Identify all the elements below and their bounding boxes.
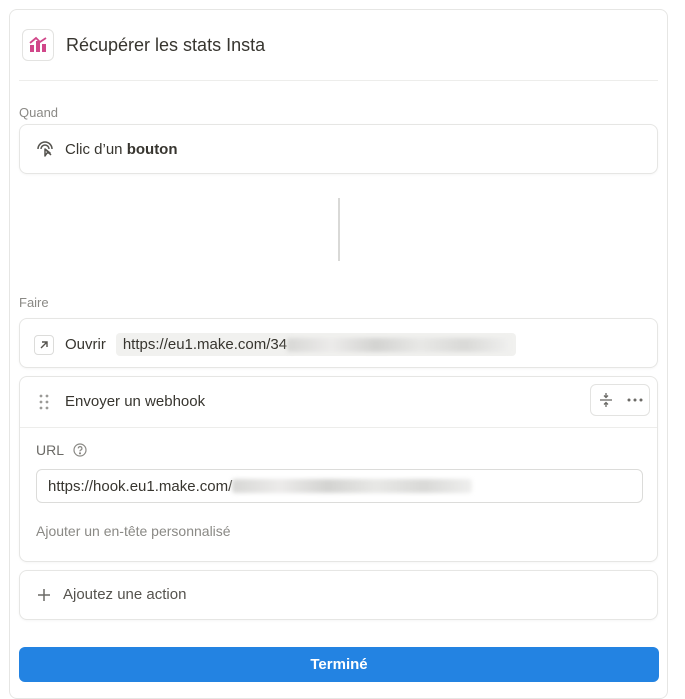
open-action-card[interactable]: Ouvrir https://eu1.make.com/34	[19, 318, 658, 368]
trigger-card[interactable]: Clic d’un bouton	[19, 124, 658, 174]
webhook-action-card[interactable]: Envoyer un webhook URL https://hook.eu1.…	[19, 376, 658, 562]
webhook-url-input[interactable]: https://hook.eu1.make.com/	[36, 469, 643, 503]
add-custom-header-link[interactable]: Ajouter un en-tête personnalisé	[36, 523, 231, 539]
header: Récupérer les stats Insta	[22, 29, 265, 61]
open-url-chip[interactable]: https://eu1.make.com/34	[115, 333, 517, 356]
done-button[interactable]: Terminé	[19, 647, 659, 682]
open-url-text: https://eu1.make.com/34	[122, 336, 288, 353]
open-action-label: Ouvrir	[65, 336, 106, 353]
trigger-text: Clic d’un	[65, 140, 123, 158]
trigger-bold-text: bouton	[126, 140, 178, 158]
page-title: Récupérer les stats Insta	[66, 34, 266, 55]
url-field-label: URL	[36, 442, 65, 458]
chart-icon	[22, 29, 54, 61]
collapse-icon[interactable]	[598, 392, 614, 408]
divider	[20, 427, 657, 428]
webhook-toolbar	[590, 384, 650, 416]
webhook-url-text: https://hook.eu1.make.com/	[48, 477, 233, 495]
more-options-icon[interactable]	[627, 398, 643, 402]
drag-handle-icon[interactable]	[39, 394, 49, 410]
divider	[19, 80, 658, 81]
redacted-url-part	[287, 337, 510, 352]
trigger-label: Clic d’un bouton	[65, 141, 178, 158]
arrow-up-right-icon	[34, 334, 54, 355]
help-icon[interactable]	[73, 443, 87, 457]
plus-icon	[37, 588, 51, 602]
redacted-url-part	[232, 479, 473, 493]
section-label-do: Faire	[19, 295, 49, 310]
section-label-when: Quand	[19, 105, 59, 120]
add-action-label: Ajoutez une action	[63, 586, 187, 603]
webhook-action-label: Envoyer un webhook	[65, 393, 206, 410]
cursor-click-icon	[35, 139, 55, 159]
connector-line	[338, 198, 340, 261]
add-action-card[interactable]: Ajoutez une action	[19, 570, 658, 620]
